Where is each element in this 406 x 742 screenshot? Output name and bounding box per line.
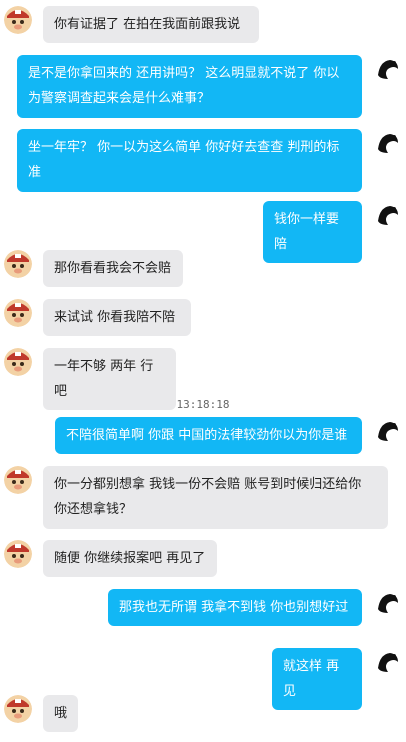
message-bubble[interactable]: 不陪很简单啊 你跟 中国的法律较劲你以为你是谁: [55, 417, 362, 454]
contact-avatar[interactable]: [4, 250, 32, 278]
message-bubble[interactable]: 坐一年牢？ 你一以为这么简单 你好好去查查 判刑的标准: [17, 129, 362, 192]
pig-avatar-icon: [4, 466, 32, 494]
black-dragon-avatar-icon: [374, 589, 402, 617]
black-dragon-avatar-icon: [374, 55, 402, 83]
pig-avatar-icon: [4, 250, 32, 278]
black-dragon-avatar-icon: [374, 417, 402, 445]
pig-avatar-icon: [4, 695, 32, 723]
message-bubble[interactable]: 那我也无所谓 我拿不到钱 你也别想好过: [108, 589, 362, 626]
pig-avatar-icon: [4, 299, 32, 327]
message-bubble[interactable]: 你有证据了 在拍在我面前跟我说: [43, 6, 259, 43]
pig-avatar-icon: [4, 6, 32, 34]
message-bubble[interactable]: 那你看看我会不会赔: [43, 250, 183, 287]
message-bubble[interactable]: 哦: [43, 695, 78, 732]
contact-avatar[interactable]: [4, 299, 32, 327]
message-bubble[interactable]: 钱你一样要陪: [263, 201, 362, 263]
black-dragon-avatar-icon: [374, 648, 402, 676]
message-bubble[interactable]: 你一分都别想拿 我钱一份不会赔 账号到时候归还给你 你还想拿钱？: [43, 466, 388, 529]
contact-avatar[interactable]: [4, 695, 32, 723]
contact-avatar[interactable]: [4, 348, 32, 376]
message-bubble[interactable]: 就这样 再见: [272, 648, 362, 710]
contact-avatar[interactable]: [4, 6, 32, 34]
self-avatar[interactable]: [374, 201, 402, 229]
pig-avatar-icon: [4, 540, 32, 568]
self-avatar[interactable]: [374, 417, 402, 445]
message-timestamp: 13:18:18: [176, 398, 230, 411]
self-avatar[interactable]: [374, 55, 402, 83]
message-bubble[interactable]: 随便 你继续报案吧 再见了: [43, 540, 217, 577]
self-avatar[interactable]: [374, 129, 402, 157]
contact-avatar[interactable]: [4, 540, 32, 568]
pig-avatar-icon: [4, 348, 32, 376]
message-bubble[interactable]: 来试试 你看我陪不陪: [43, 299, 191, 336]
self-avatar[interactable]: [374, 648, 402, 676]
black-dragon-avatar-icon: [374, 201, 402, 229]
black-dragon-avatar-icon: [374, 129, 402, 157]
contact-avatar[interactable]: [4, 466, 32, 494]
message-bubble[interactable]: 是不是你拿回来的 还用讲吗？ 这么明显就不说了 你以为警察调查起来会是什么难事？: [17, 55, 362, 118]
self-avatar[interactable]: [374, 589, 402, 617]
